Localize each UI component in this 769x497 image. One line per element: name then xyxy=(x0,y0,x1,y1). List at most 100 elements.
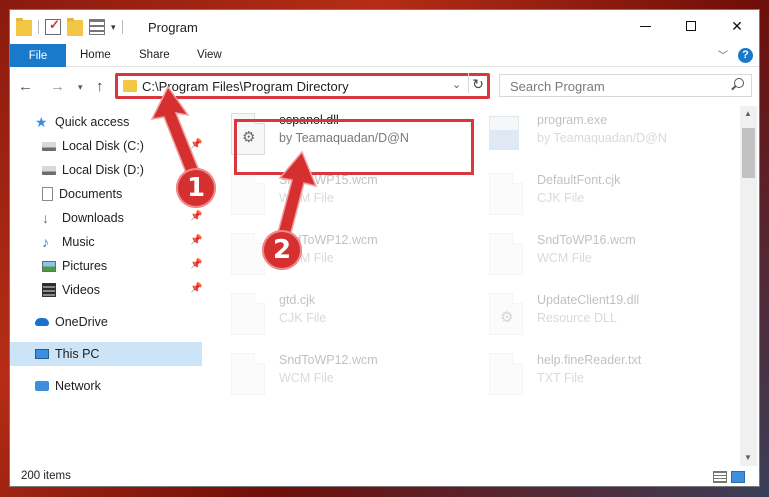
file-icon xyxy=(231,173,265,215)
vertical-scrollbar[interactable]: ▲ ▼ xyxy=(740,106,757,466)
ribbon-tabs: File Home Share View ﹀ ? xyxy=(10,44,759,67)
file-type: Resource DLL xyxy=(537,311,617,325)
navigation-bar: ← → ▾ ↑ C:\Program Files\Program Directo… xyxy=(10,68,759,104)
drive-icon xyxy=(42,141,56,151)
folder-icon xyxy=(123,80,137,92)
list-item[interactable]: SndToWP12.wcm WCM File xyxy=(215,348,455,404)
sidebar-item-pictures[interactable]: Pictures 📌 xyxy=(10,254,202,278)
maximize-button[interactable] xyxy=(668,10,714,42)
sidebar-item-downloads[interactable]: ↓ Downloads 📌 xyxy=(10,206,202,230)
minimize-icon xyxy=(639,25,651,27)
network-icon xyxy=(35,381,49,391)
sidebar-item-music[interactable]: ♪ Music 📌 xyxy=(10,230,202,254)
pin-icon[interactable]: 📌 xyxy=(190,259,202,270)
file-type: CJK File xyxy=(537,191,585,205)
file-name: SndToWP16.wcm xyxy=(537,233,636,247)
search-input[interactable]: Search Program xyxy=(499,74,752,97)
file-icon xyxy=(231,353,265,395)
scroll-up-icon[interactable]: ▲ xyxy=(744,109,752,118)
sidebar-item-label: Music xyxy=(62,235,95,249)
sidebar-item-network[interactable]: Network xyxy=(10,374,202,398)
sidebar-item-label: Network xyxy=(55,379,101,393)
file-name: gtd.cjk xyxy=(279,293,316,307)
tab-share[interactable]: Share xyxy=(139,49,170,61)
documents-icon xyxy=(42,187,53,201)
file-icon xyxy=(489,173,523,215)
file-type: WCM File xyxy=(537,251,592,265)
tab-view[interactable]: View xyxy=(197,49,222,61)
item-count: 200 items xyxy=(21,470,71,482)
file-type: WCM File xyxy=(279,371,334,385)
scroll-down-icon[interactable]: ▼ xyxy=(744,453,752,462)
pin-icon[interactable]: 📌 xyxy=(190,211,202,222)
scroll-thumb[interactable] xyxy=(742,128,755,178)
tab-file[interactable]: File xyxy=(10,44,66,67)
title-bar: ▾ Program ✕ xyxy=(10,10,759,44)
exe-file-icon xyxy=(489,116,519,150)
chevron-down-icon[interactable]: ▾ xyxy=(111,22,116,33)
pin-icon[interactable]: 📌 xyxy=(190,235,202,246)
back-arrow-icon[interactable]: ← xyxy=(18,78,33,95)
close-button[interactable]: ✕ xyxy=(714,10,759,42)
file-name: help.fineReader.txt xyxy=(537,353,642,367)
folder-icon xyxy=(16,18,32,36)
file-name: SndToWP12.wcm xyxy=(279,353,378,367)
recent-locations-icon[interactable]: ▾ xyxy=(78,82,83,93)
sidebar-item-label: Videos xyxy=(62,283,100,297)
list-item[interactable]: SndToWP15.wcm WCM File xyxy=(215,168,455,224)
drive-icon xyxy=(42,165,56,175)
status-bar: 200 items xyxy=(10,466,759,486)
text-file-icon xyxy=(489,353,523,395)
sidebar-item-label: Downloads xyxy=(62,211,124,225)
list-item[interactable]: ⚙ UpdateClient19.dll Resource DLL xyxy=(473,288,713,344)
sidebar-item-label: Pictures xyxy=(62,259,108,273)
sidebar-item-videos[interactable]: Videos 📌 xyxy=(10,278,202,302)
up-arrow-icon[interactable]: ↑ xyxy=(96,78,104,95)
pin-icon[interactable]: 📌 xyxy=(190,283,202,294)
properties-icon[interactable] xyxy=(45,17,61,35)
file-icon xyxy=(231,293,265,335)
details-view-icon[interactable] xyxy=(713,471,727,483)
help-icon[interactable]: ? xyxy=(738,48,753,63)
file-name: program.exe xyxy=(537,113,608,127)
list-item[interactable]: SndToWP16.wcm WCM File xyxy=(473,228,713,284)
sidebar-item-label: OneDrive xyxy=(55,315,108,329)
file-type: CJK File xyxy=(279,311,327,325)
divider xyxy=(121,20,123,34)
quick-access-toolbar: ▾ xyxy=(16,17,123,36)
pictures-icon xyxy=(42,260,56,272)
list-item[interactable]: DefaultFont.cjk CJK File xyxy=(473,168,713,224)
explorer-window: ▾ Program ✕ File Home Share View ﹀ ? ← →… xyxy=(9,9,760,487)
minimize-button[interactable] xyxy=(622,10,668,42)
forward-arrow-icon[interactable]: → xyxy=(50,78,65,95)
sidebar-item-onedrive[interactable]: OneDrive xyxy=(10,310,202,334)
large-icons-view-icon[interactable] xyxy=(731,471,745,483)
onedrive-icon xyxy=(35,318,49,326)
search-placeholder: Search Program xyxy=(510,79,605,94)
list-item[interactable]: help.fineReader.txt TXT File xyxy=(473,348,713,404)
sidebar-item-label: Local Disk (C:) xyxy=(62,139,144,153)
search-icon[interactable] xyxy=(734,78,744,88)
file-icon xyxy=(489,233,523,275)
sidebar-item-label: Local Disk (D:) xyxy=(62,163,144,177)
expand-ribbon-icon[interactable]: ﹀ xyxy=(718,47,728,62)
tab-home[interactable]: Home xyxy=(80,49,111,61)
chevron-down-icon[interactable]: ⌄ xyxy=(452,78,461,91)
file-type: by Teamaquadan/D@N xyxy=(537,131,667,145)
file-name: DefaultFont.cjk xyxy=(537,173,621,187)
view-options-icon[interactable] xyxy=(89,19,105,35)
step-one-callout: 1 xyxy=(176,168,216,208)
pc-icon xyxy=(35,349,49,359)
star-icon: ★ xyxy=(35,114,48,130)
sidebar-item-this-pc[interactable]: This PC xyxy=(10,342,202,366)
list-item[interactable]: SndToWP12.wcm WCM File xyxy=(215,228,455,284)
step-two-callout: 2 xyxy=(262,230,302,270)
list-item[interactable]: gtd.cjk CJK File xyxy=(215,288,455,344)
music-icon: ♪ xyxy=(42,234,49,250)
new-folder-icon[interactable] xyxy=(67,18,83,36)
window-title: Program xyxy=(148,20,198,35)
list-item[interactable]: program.exe by Teamaquadan/D@N xyxy=(473,108,713,164)
file-type: TXT File xyxy=(537,371,584,385)
divider xyxy=(38,20,39,34)
refresh-icon[interactable]: ↻ xyxy=(468,73,487,93)
